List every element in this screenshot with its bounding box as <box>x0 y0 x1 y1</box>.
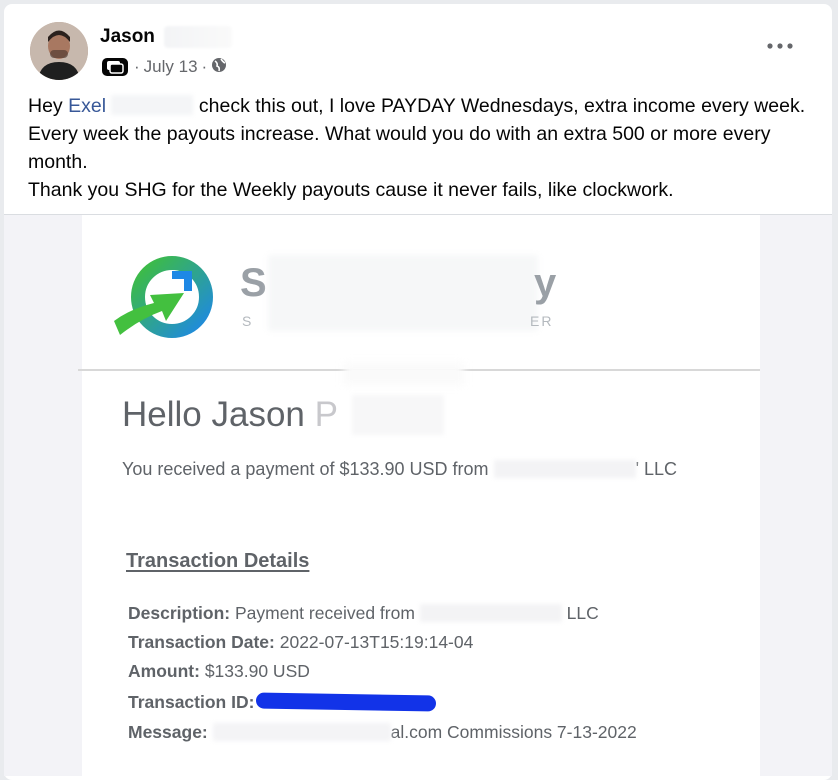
email-greeting: Hello Jason P <box>122 395 338 435</box>
payer-redaction <box>493 460 636 478</box>
date-label: Transaction Date: <box>128 632 275 652</box>
mention-redaction <box>111 95 194 115</box>
meta-separator: · <box>201 57 208 76</box>
brand-name-end: y <box>534 261 557 305</box>
globe-icon <box>211 57 227 78</box>
audience-friends-icon[interactable] <box>100 56 130 78</box>
post-text-line2: Thank you SHG for the Weekly payouts cau… <box>28 179 674 201</box>
message-label: Message: <box>128 722 208 742</box>
description-suffix: LLC <box>566 603 599 623</box>
amount-label: Amount: <box>128 661 200 681</box>
payer-suffix: ' LLC <box>635 459 678 479</box>
meta-separator: · <box>134 57 140 76</box>
greeting-initial: P <box>314 395 338 434</box>
payment-notice: You received a payment of $133.90 USD fr… <box>122 459 677 480</box>
date-value: 2022-07-13T15:19:14-04 <box>279 632 474 652</box>
author-avatar[interactable] <box>30 22 88 80</box>
greeting-redaction <box>352 395 444 435</box>
more-options-icon[interactable] <box>766 36 794 56</box>
transaction-id-row: Transaction ID: <box>128 692 437 713</box>
greeting-text: Hey <box>28 95 69 117</box>
description-row: Description: Payment received from LLC <box>128 603 599 624</box>
description-label: Description: <box>128 603 231 623</box>
separator-redaction <box>344 363 464 385</box>
message-value: al.com Commissions 7-13-2022 <box>390 722 637 742</box>
description-value: Payment received from <box>234 603 415 623</box>
mention-link[interactable]: Exel <box>68 95 106 117</box>
message-redaction <box>212 723 391 741</box>
transaction-id-label: Transaction ID: <box>128 692 255 712</box>
post-image[interactable]: S y S ER Hello Jason P You received a pa… <box>4 215 832 776</box>
brand-name-redaction <box>268 255 538 331</box>
greeting-name: Hello Jason <box>122 395 305 434</box>
post-meta: · July 13 · <box>100 56 227 78</box>
author-name-redaction <box>164 26 232 48</box>
post-date[interactable]: July 13 <box>144 57 198 77</box>
amount-value: $133.90 USD <box>204 661 310 681</box>
post-message: Hey Exel check this out, I love PAYDAY W… <box>28 92 818 204</box>
brand-tagline-start: S <box>242 313 255 329</box>
brand-name-start: S <box>240 261 267 305</box>
description-redaction <box>419 604 562 622</box>
date-row: Transaction Date: 2022-07-13T15:19:14-04 <box>128 632 473 653</box>
brand-tagline-end: ER <box>530 313 554 329</box>
brand-logo-icon <box>110 245 228 341</box>
author-name[interactable]: Jason <box>100 26 155 48</box>
amount-row: Amount: $133.90 USD <box>128 661 310 682</box>
transaction-id-redaction <box>256 692 437 712</box>
email-screenshot: S y S ER Hello Jason P You received a pa… <box>78 215 760 776</box>
message-row: Message: al.com Commissions 7-13-2022 <box>128 722 637 743</box>
payment-notice-text: You received a payment of $133.90 USD fr… <box>122 459 489 479</box>
transaction-details-heading: Transaction Details <box>126 550 310 572</box>
